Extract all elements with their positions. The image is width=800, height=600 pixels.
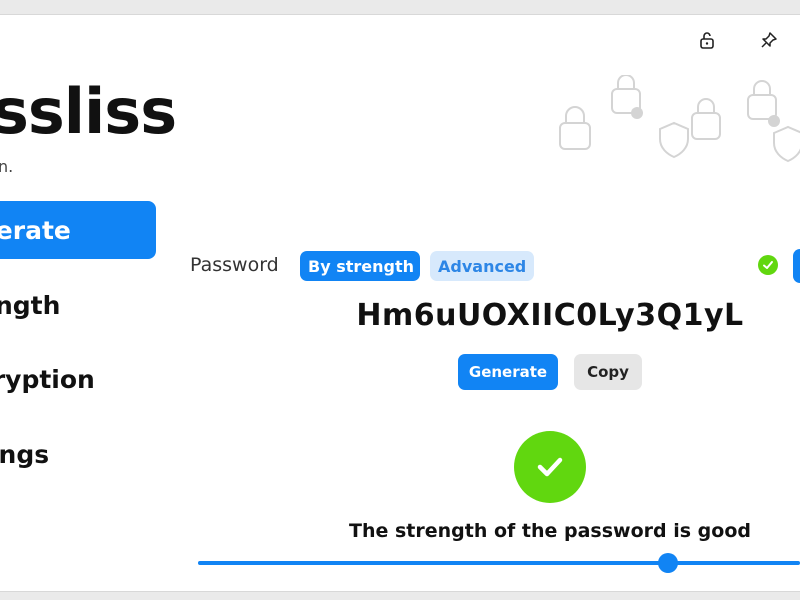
- app-title: ssliss: [0, 75, 177, 148]
- password-label: Password: [190, 254, 279, 276]
- copy-button[interactable]: Copy: [574, 354, 642, 390]
- by-strength-button[interactable]: By strength: [300, 251, 420, 281]
- sidebar-item-encryption[interactable]: cryption: [0, 350, 156, 408]
- app-window: ssliss n. nerate ength cryption tings Pa…: [0, 14, 800, 592]
- sidebar-item-generate[interactable]: nerate: [0, 201, 156, 259]
- advanced-button[interactable]: Advanced: [430, 251, 534, 281]
- app-subtitle: n.: [0, 157, 14, 176]
- decorative-lock-pattern-icon: [559, 75, 800, 163]
- sidebar-item-strength[interactable]: ength: [0, 276, 156, 334]
- sidebar-item-label: cryption: [0, 364, 95, 394]
- strength-slider[interactable]: [198, 553, 800, 573]
- strength-slider-fill: [198, 561, 800, 565]
- sidebar-item-label: tings: [0, 439, 50, 469]
- edge-action-button[interactable]: [793, 249, 800, 283]
- sidebar-item-settings[interactable]: tings: [0, 425, 156, 483]
- sidebar-item-label: ength: [0, 290, 61, 320]
- strength-slider-thumb[interactable]: [657, 553, 678, 573]
- sidebar-item-label: nerate: [0, 215, 71, 245]
- generated-password: Hm6uUOXIIC0Ly3Q1yL: [356, 298, 744, 333]
- strength-check-icon: [514, 431, 586, 503]
- unlock-icon[interactable]: [694, 27, 720, 53]
- strength-message: The strength of the password is good: [348, 520, 751, 542]
- generate-button[interactable]: Generate: [458, 354, 558, 390]
- pin-icon[interactable]: [756, 27, 782, 53]
- check-icon: [758, 255, 778, 275]
